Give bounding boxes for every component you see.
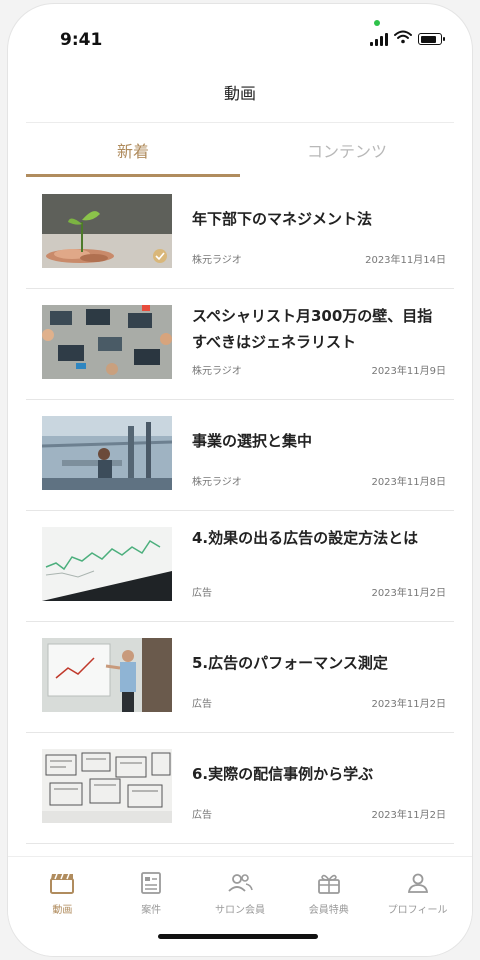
video-thumbnail (42, 416, 172, 490)
video-date: 2023年11月14日 (365, 255, 446, 266)
video-thumbnail (42, 749, 172, 823)
status-bar: 9:41 (8, 4, 472, 68)
phone-screen: 9:41 動画 新着 コンテンツ 年下部下のマネジメント法 株元ラジオ 2023… (8, 4, 472, 956)
video-date: 2023年11月2日 (371, 699, 446, 710)
list-item[interactable]: 6.実際の配信事例から学ぶ 広告 2023年11月2日 (26, 733, 454, 844)
video-title: 年下部下のマネジメント法 (192, 210, 373, 228)
status-time: 9:41 (60, 30, 103, 50)
video-source: 株元ラジオ (192, 477, 242, 488)
video-title: 事業の選択と集中 (192, 432, 313, 450)
video-title: 6.実際の配信事例から学ぶ (192, 765, 374, 783)
video-thumbnail (42, 305, 172, 379)
signal-icon (370, 32, 388, 46)
tabbar-item-profile[interactable]: プロフィール (378, 869, 458, 916)
segment-tabs: 新着 コンテンツ (26, 122, 454, 177)
video-thumbnail (42, 194, 172, 268)
video-title: スペシャリスト月300万の壁、目指すべきはジェネラリスト (192, 307, 433, 351)
video-date: 2023年11月2日 (371, 588, 446, 599)
video-source: 株元ラジオ (192, 366, 242, 377)
video-thumbnail (42, 527, 172, 601)
video-date: 2023年11月8日 (371, 477, 446, 488)
home-indicator (158, 934, 318, 939)
video-title: 5.広告のパフォーマンス測定 (192, 654, 388, 672)
video-source: 広告 (192, 699, 212, 710)
clapperboard-icon (49, 869, 75, 897)
users-icon (226, 869, 254, 897)
video-source: 広告 (192, 810, 212, 821)
tab-new[interactable]: 新着 (26, 123, 240, 177)
video-date: 2023年11月9日 (371, 366, 446, 377)
gift-icon (316, 869, 342, 897)
video-list: 年下部下のマネジメント法 株元ラジオ 2023年11月14日 スペシャリスト月3… (26, 178, 454, 844)
tabbar-item-salon-members[interactable]: サロン会員 (200, 869, 280, 916)
list-item[interactable]: 年下部下のマネジメント法 株元ラジオ 2023年11月14日 (26, 178, 454, 289)
wifi-icon (394, 30, 412, 44)
page-title: 動画 (223, 84, 256, 103)
video-thumbnail (42, 638, 172, 712)
list-item[interactable]: 5.広告のパフォーマンス測定 広告 2023年11月2日 (26, 622, 454, 733)
video-source: 広告 (192, 588, 212, 599)
document-list-icon (140, 869, 162, 897)
person-icon (406, 869, 430, 897)
list-item[interactable]: 事業の選択と集中 株元ラジオ 2023年11月8日 (26, 400, 454, 511)
list-item[interactable]: スペシャリスト月300万の壁、目指すべきはジェネラリスト 株元ラジオ 2023年… (26, 289, 454, 400)
tabbar-item-videos[interactable]: 動画 (22, 869, 102, 916)
video-title: 4.効果の出る広告の設定方法とは (192, 529, 419, 547)
video-date: 2023年11月2日 (371, 810, 446, 821)
tab-contents[interactable]: コンテンツ (240, 123, 454, 177)
video-source: 株元ラジオ (192, 255, 242, 266)
battery-icon (418, 33, 445, 45)
list-item[interactable]: 4.効果の出る広告の設定方法とは 広告 2023年11月2日 (26, 511, 454, 622)
camera-indicator-dot (374, 20, 380, 26)
bottom-tab-bar: 動画 案件 サロン会員 会員特典 プロフィール (8, 856, 472, 956)
tabbar-item-projects[interactable]: 案件 (111, 869, 191, 916)
tabbar-item-member-benefits[interactable]: 会員特典 (289, 869, 369, 916)
